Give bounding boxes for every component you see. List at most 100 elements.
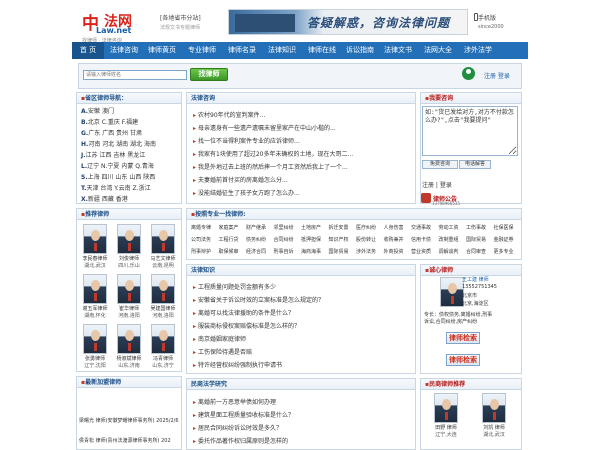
list-item[interactable]: ▸ 服装商标侵权案赔偿标准是怎么样的？ — [193, 321, 300, 330]
list-item[interactable]: 侯青松 律师(贵州法渡源律师事务所) 202 — [79, 437, 171, 444]
region-line[interactable]: X.新疆 西藏 香港 — [81, 194, 128, 203]
nav-item-foreign[interactable]: 涉外法学 — [464, 42, 492, 59]
list-item[interactable]: ▸ 特许经营权纠纷强制执行申请书 — [193, 360, 282, 369]
category-link[interactable]: 收购兼并 — [384, 236, 404, 243]
register-login-link[interactable]: 注册 登录 — [484, 71, 510, 80]
lawyer-search-button[interactable]: 律师检索 — [446, 354, 480, 366]
category-link[interactable]: 工伤事故 — [466, 224, 486, 231]
featured-lawyer-photo[interactable] — [437, 277, 464, 307]
category-link[interactable]: 取保候审 — [219, 248, 239, 255]
lawyer-card[interactable]: 李民春律师 湖北,武汉 — [80, 224, 110, 269]
list-item[interactable]: ▸ 委托作品著作权归属原则是怎样的 — [193, 436, 288, 445]
nav-item-documents[interactable]: 法律文书 — [384, 42, 412, 59]
category-link[interactable]: 工程行贷 — [219, 236, 239, 243]
nav-item-online[interactable]: 律师在线 — [308, 42, 336, 59]
lawyer-card[interactable]: 冯青律师 山东,济宁 — [148, 324, 178, 369]
category-link[interactable]: 债务纠纷 — [246, 236, 266, 243]
category-link[interactable]: 医疗纠纷 — [356, 224, 376, 231]
region-line[interactable]: A.安徽 澳门 — [81, 106, 114, 115]
list-item[interactable]: 梁曙光 律师(安徽梦耀律师事务所) 2025/2/6 — [79, 417, 179, 424]
nav-item-specialist[interactable]: 专业律师 — [188, 42, 216, 59]
list-item[interactable]: ▸ 南京婚姻家庭律师 — [193, 334, 246, 343]
register-login-link[interactable]: 注册 | 登录 — [422, 180, 452, 189]
nav-item-home[interactable]: 首 页 — [72, 42, 104, 59]
category-link[interactable]: 经济合同 — [246, 248, 266, 255]
mobile-link[interactable]: 手机版 — [478, 13, 496, 22]
list-item[interactable]: ▸ 离婚可以找法律援助的条件是什么？ — [193, 308, 294, 317]
region-line[interactable]: S.上海 四川 山东 山西 陕西 — [81, 172, 155, 181]
user-icon[interactable] — [462, 67, 475, 80]
category-link[interactable]: 调解谈判 — [439, 248, 459, 255]
category-link[interactable]: 社保医保 — [494, 224, 514, 231]
header-banner[interactable]: 答疑解惑，咨询法律问题 — [228, 9, 468, 35]
category-link[interactable]: 离婚专律 — [191, 224, 211, 231]
category-link[interactable]: 刑事辩护 — [191, 248, 211, 255]
category-link[interactable]: 更多专业 — [494, 248, 514, 255]
lawyer-search-button[interactable]: 律师检索 — [446, 332, 480, 344]
category-link[interactable]: 信用卡债 — [411, 236, 431, 243]
category-link[interactable]: 合同纠纷 — [274, 236, 294, 243]
lawyer-card[interactable]: 崔华律师 河南,洛阳 — [114, 274, 144, 319]
lawyer-card[interactable]: 田野 律师 辽宁,大连 — [431, 393, 461, 438]
region-line[interactable]: B.北京 C.重庆 F.福建 — [81, 117, 138, 126]
lawyer-card[interactable]: 吴建国律师 河南,洛阳 — [148, 274, 178, 319]
region-line[interactable]: L.辽宁 N.宁夏 内蒙 Q.青海 — [81, 161, 154, 170]
list-item[interactable]: ▸ 建筑星面工程质量验收标准是什么？ — [193, 410, 294, 419]
region-line[interactable]: T.天津 台湾 Y.云南 Z.浙江 — [81, 183, 151, 192]
list-item[interactable]: ▸ 找一位不当得利案件专业的应诉律师... — [193, 136, 300, 145]
category-link[interactable]: 股份转让 — [356, 236, 376, 243]
nav-item-yellowpages[interactable]: 律师黄页 — [148, 42, 176, 59]
category-link[interactable]: 公司法务 — [191, 236, 211, 243]
lawyer-card[interactable]: 马艺文律师 云南,昆明 — [148, 224, 178, 269]
find-lawyer-button[interactable]: 找律师 — [190, 68, 228, 81]
category-link[interactable]: 劳动工资 — [439, 224, 459, 231]
lawyer-card[interactable]: 刘俊律师 四川,乐山 — [114, 224, 144, 269]
category-link[interactable]: 人身伤害 — [384, 224, 404, 231]
category-link[interactable]: 改制重组 — [439, 236, 459, 243]
category-link[interactable]: 营业资质 — [411, 248, 431, 255]
category-link[interactable]: 外商投资 — [384, 248, 404, 255]
category-link[interactable]: 国际贸易 — [329, 248, 349, 255]
region-line[interactable]: H.河南 河北 湖南 湖北 海南 — [81, 139, 156, 148]
category-link[interactable]: 合同审查 — [466, 248, 486, 255]
category-link[interactable]: 交通事故 — [411, 224, 431, 231]
category-link[interactable]: 财产继承 — [246, 224, 266, 231]
list-item[interactable]: ▸ 夫妻婚前首付买的房离婚怎么分... — [193, 175, 288, 184]
category-link[interactable]: 抵押担保 — [301, 236, 321, 243]
lawyer-card[interactable]: 刘凯 律师 湖北,武汉 — [479, 393, 509, 438]
lawyer-card[interactable]: 谢五军律师 湖南,怀化 — [80, 274, 110, 319]
lawyer-search-input[interactable] — [83, 70, 187, 80]
region-line[interactable]: G.广东 广西 贵州 甘肃 — [81, 128, 142, 137]
category-link[interactable]: 海商海事 — [301, 248, 321, 255]
list-item[interactable]: ▸ 我家有1块使用了超过20多年未确权的土地，现在大哥二... — [193, 149, 353, 158]
nav-item-knowledge[interactable]: 法律知识 — [268, 42, 296, 59]
list-item[interactable]: ▸ 母亲遗身有一些遗产遗嘱未留里家产在中山小楷的... — [193, 123, 336, 132]
nav-item-encyclopedia[interactable]: 法网大全 — [424, 42, 452, 59]
nav-item-litigation[interactable]: 诉讼指南 — [346, 42, 374, 59]
category-link[interactable]: 拆迁安置 — [329, 224, 349, 231]
site-logo[interactable]: 中 法网 Law.net 找律师 · 法律咨询 — [82, 9, 144, 44]
category-link[interactable]: 金融证券 — [494, 236, 514, 243]
category-link[interactable]: 刑事自诉 — [274, 248, 294, 255]
category-link[interactable]: 土地房产 — [301, 224, 321, 231]
lawyer-card[interactable]: 杨淑斌律师 山东,济南 — [114, 324, 144, 369]
list-item[interactable]: ▸ 离婚前一方恶意举债如何办理 — [193, 397, 276, 406]
featured-lawyer-name[interactable]: 王工建 律师 — [462, 276, 489, 283]
free-consult-button[interactable]: 免费咨询 — [422, 160, 458, 169]
region-line[interactable]: J.江苏 江西 吉林 黑龙江 — [81, 150, 145, 159]
category-link[interactable]: 知识产权 — [329, 236, 349, 243]
lawyer-card[interactable]: 张勇律师 辽宁,沈阳 — [80, 324, 110, 369]
nav-item-consult[interactable]: 法律咨询 — [110, 42, 138, 59]
category-link[interactable]: 涉外法务 — [356, 248, 376, 255]
category-link[interactable]: 国际贸易 — [466, 236, 486, 243]
list-item[interactable]: ▸ 安徽省关于诉讼时效的立案标准是怎么规定的？ — [193, 295, 324, 304]
list-item[interactable]: ▸ 没能结婚征生了孩子女方跑了怎么办... — [193, 188, 300, 197]
list-item[interactable]: ▸ 工程质量问题处罚金额有多少 — [193, 282, 276, 291]
category-link[interactable]: 邻里纠纷 — [274, 224, 294, 231]
question-textarea[interactable]: 如:"货已发给对方,对方不付款怎么办?",点击"我要提问" — [422, 106, 518, 156]
nav-item-directory[interactable]: 律师名录 — [228, 42, 256, 59]
category-link[interactable]: 家庭案产 — [219, 224, 239, 231]
list-item[interactable]: ▸ 工伤保险待遇是否赔 — [193, 347, 252, 356]
list-item[interactable]: ▸ 农村90年代的宣判案件... — [193, 110, 265, 119]
list-item[interactable]: ▸ 居民合同纠纷诉讼时效是多久？ — [193, 423, 282, 432]
